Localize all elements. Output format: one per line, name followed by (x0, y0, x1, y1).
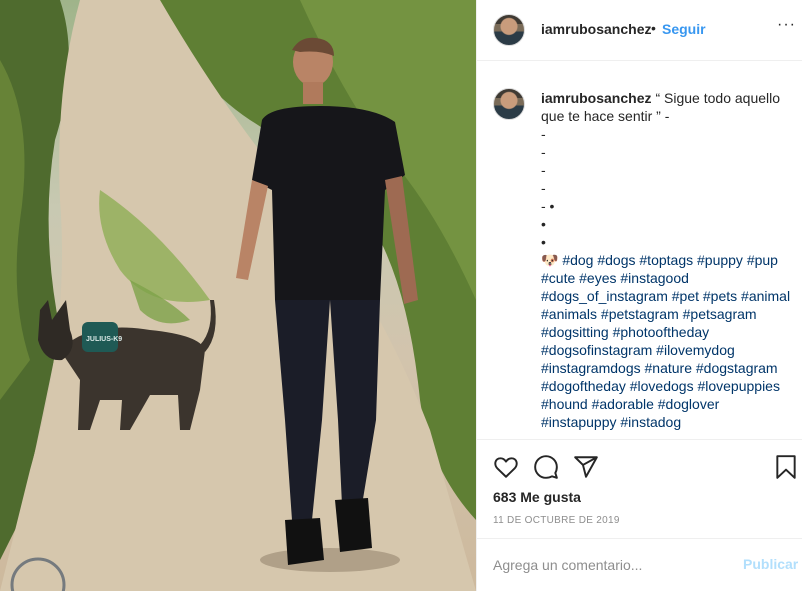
caption-text: iamrubosanchez “ Sigue todo aquello que t… (541, 89, 797, 431)
dog-emoji: 🐶 (541, 252, 559, 268)
follow-button[interactable]: Seguir (662, 21, 706, 37)
svg-text:JULIUS-K9: JULIUS-K9 (86, 336, 122, 343)
post-date[interactable]: 11 DE OCTUBRE DE 2019 (493, 515, 620, 526)
header-separator: • (651, 20, 656, 36)
post-side-panel: iamrubosanchez • Seguir ··· iamrubosanch… (476, 0, 802, 591)
caption-hashtags[interactable]: #dog #dogs #toptags #puppy #pup #cute #e… (541, 252, 790, 430)
comment-input[interactable] (493, 555, 733, 575)
caption-body: “ Sigue todo aquello que te hace sentir … (541, 90, 781, 250)
likes-count[interactable]: 683 Me gusta (493, 489, 581, 505)
avatar[interactable] (493, 14, 525, 46)
comment-icon[interactable] (533, 454, 559, 480)
share-icon[interactable] (573, 454, 599, 480)
action-bar (477, 452, 802, 484)
heart-icon[interactable] (493, 454, 519, 480)
post-header: iamrubosanchez • Seguir ··· (477, 0, 802, 61)
avatar[interactable] (493, 88, 525, 120)
caption-username[interactable]: iamrubosanchez (541, 90, 651, 106)
comment-bar: Publicar (477, 538, 802, 591)
more-options-icon[interactable]: ··· (777, 16, 796, 34)
publish-button[interactable]: Publicar (743, 556, 798, 572)
bookmark-icon[interactable] (773, 454, 799, 480)
header-username[interactable]: iamrubosanchez (541, 21, 651, 37)
post-photo[interactable]: JULIUS-K9 (0, 0, 476, 591)
caption-section: iamrubosanchez “ Sigue todo aquello que t… (477, 62, 802, 440)
photo-illustration: JULIUS-K9 (0, 0, 476, 591)
